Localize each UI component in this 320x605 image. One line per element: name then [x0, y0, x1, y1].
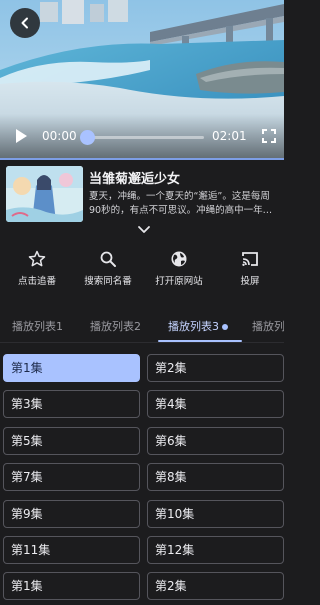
- show-info: 当雏菊邂逅少女 夏天，冲绳。一个夏天的“邂逅”。这是每周90秒的，有点不可思议。…: [0, 160, 284, 233]
- video-player[interactable]: 00:00 02:01: [0, 0, 284, 158]
- follow-button[interactable]: 点击追番: [2, 250, 72, 292]
- episode-button[interactable]: 第5集: [3, 427, 140, 455]
- tab-playlist-2[interactable]: 播放列表2: [90, 318, 141, 334]
- episode-button[interactable]: 第6集: [147, 427, 284, 455]
- play-icon[interactable]: [14, 128, 28, 144]
- fullscreen-icon[interactable]: [262, 129, 276, 143]
- episode-grid: 第1集 第2集 第3集 第4集 第5集 第6集 第7集 第8集 第9集 第10集…: [0, 352, 284, 605]
- episode-button[interactable]: 第4集: [147, 390, 284, 418]
- open-source-site-button[interactable]: 打开原网站: [144, 250, 214, 292]
- tab-playlist-3[interactable]: 播放列表3: [168, 318, 228, 334]
- episode-button[interactable]: 第2集: [147, 572, 284, 600]
- episode-button[interactable]: 第2集: [147, 354, 284, 382]
- episode-button[interactable]: 第10集: [147, 500, 284, 528]
- poster-image: [6, 166, 83, 222]
- back-button[interactable]: [10, 8, 40, 38]
- player-controls: 00:00 02:01: [0, 114, 284, 158]
- tab-playlist-1[interactable]: 播放列表1: [12, 318, 63, 334]
- cast-icon: [242, 252, 258, 266]
- seek-bar[interactable]: [82, 136, 204, 139]
- episode-button[interactable]: 第11集: [3, 536, 140, 564]
- show-description: 夏天，冲绳。一个夏天的“邂逅”。这是每周90秒的，有点不可思议。冲绳的高中一年…: [89, 191, 273, 216]
- episode-button[interactable]: 第8集: [147, 463, 284, 491]
- current-time: 00:00: [42, 129, 77, 143]
- tabs-divider: [0, 342, 284, 343]
- show-title: 当雏菊邂逅少女: [89, 172, 181, 187]
- episode-button[interactable]: 第1集: [3, 354, 140, 382]
- playlist-tabs: 播放列表1 播放列表2 播放列表3 播放列: [0, 312, 284, 342]
- follow-label: 点击追番: [17, 276, 56, 287]
- search-same-name-button[interactable]: 搜索同名番: [73, 250, 143, 292]
- globe-icon: [171, 251, 187, 267]
- seek-handle[interactable]: [79, 130, 95, 145]
- episode-button[interactable]: 第7集: [3, 463, 140, 491]
- new-indicator-dot: [222, 324, 228, 330]
- episode-button[interactable]: 第9集: [3, 500, 140, 528]
- action-bar: 点击追番 搜索同名番 打开原网站 投屏: [0, 250, 284, 296]
- tab-label: 播放列: [252, 320, 284, 333]
- chevron-left-icon: [21, 17, 28, 29]
- episode-button[interactable]: 第3集: [3, 390, 140, 418]
- tab-playlist-4[interactable]: 播放列: [252, 318, 284, 334]
- cast-button[interactable]: 投屏: [215, 250, 285, 292]
- show-poster[interactable]: [6, 166, 83, 222]
- cast-label: 投屏: [240, 276, 260, 287]
- duration: 02:01: [212, 129, 247, 143]
- tab-label: 播放列表3: [168, 320, 219, 333]
- search-same-name-label: 搜索同名番: [84, 276, 132, 287]
- open-source-site-label: 打开原网站: [155, 276, 203, 287]
- search-icon: [100, 251, 116, 267]
- tab-label: 播放列表2: [90, 320, 141, 333]
- chevron-down-icon[interactable]: [136, 222, 152, 236]
- episode-button[interactable]: 第12集: [147, 536, 284, 564]
- episode-button[interactable]: 第1集: [3, 572, 140, 600]
- star-icon: [28, 250, 46, 267]
- tab-label: 播放列表1: [12, 320, 63, 333]
